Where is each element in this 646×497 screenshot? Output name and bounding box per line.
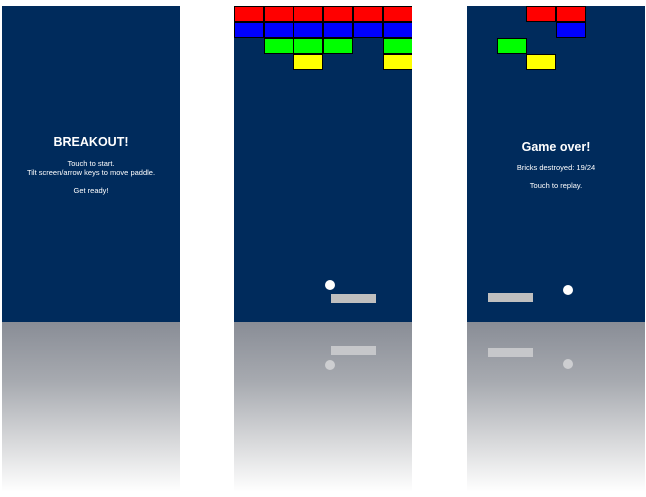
paddle[interactable]: [488, 293, 533, 302]
brick-green: [293, 38, 323, 54]
start-screen-panel: BREAKOUT! Touch to start. Tilt screen/ar…: [2, 6, 180, 492]
screen-reflection: [234, 322, 412, 492]
ball-reflection: [325, 360, 335, 370]
brick-red: [526, 6, 556, 22]
ball-reflection: [563, 359, 573, 369]
brick-blue: [264, 22, 294, 38]
brick-red: [264, 6, 294, 22]
start-instruction: Touch to start.: [67, 159, 115, 168]
gameplay-screen-panel: [234, 6, 412, 492]
gameover-screen[interactable]: Game over! Bricks destroyed: 19/24 Touch…: [467, 6, 645, 322]
brick-red: [556, 6, 586, 22]
game-title: BREAKOUT!: [53, 135, 129, 149]
brick-green: [497, 38, 527, 54]
brick-yellow: [526, 54, 556, 70]
replay-instruction: Touch to replay.: [529, 181, 583, 190]
paddle-reflection: [488, 348, 533, 357]
screen-reflection: [2, 322, 180, 492]
start-screen[interactable]: BREAKOUT! Touch to start. Tilt screen/ar…: [2, 6, 180, 322]
brick-blue: [293, 22, 323, 38]
brick-red: [293, 6, 323, 22]
ball: [325, 280, 335, 290]
brick-red: [383, 6, 412, 22]
game-over-title: Game over!: [521, 140, 591, 154]
brick-green: [323, 38, 353, 54]
screen-reflection: [467, 322, 645, 492]
get-ready-text: Get ready!: [73, 186, 109, 195]
brick-blue: [556, 22, 586, 38]
brick-red: [234, 6, 264, 22]
ball: [563, 285, 573, 295]
brick-red: [323, 6, 353, 22]
bricks-destroyed-score: Bricks destroyed: 19/24: [516, 163, 596, 172]
brick-yellow: [293, 54, 323, 70]
brick-yellow: [383, 54, 412, 70]
brick-green: [383, 38, 412, 54]
brick-blue: [323, 22, 353, 38]
brick-blue: [234, 22, 264, 38]
brick-green: [264, 38, 294, 54]
controls-instruction: Tilt screen/arrow keys to move paddle.: [26, 168, 156, 177]
brick-blue: [383, 22, 412, 38]
gameover-screen-panel: Game over! Bricks destroyed: 19/24 Touch…: [467, 6, 645, 492]
paddle-reflection: [331, 346, 376, 355]
brick-blue: [353, 22, 383, 38]
brick-red: [353, 6, 383, 22]
paddle[interactable]: [331, 294, 376, 303]
gameplay-screen[interactable]: [234, 6, 412, 322]
